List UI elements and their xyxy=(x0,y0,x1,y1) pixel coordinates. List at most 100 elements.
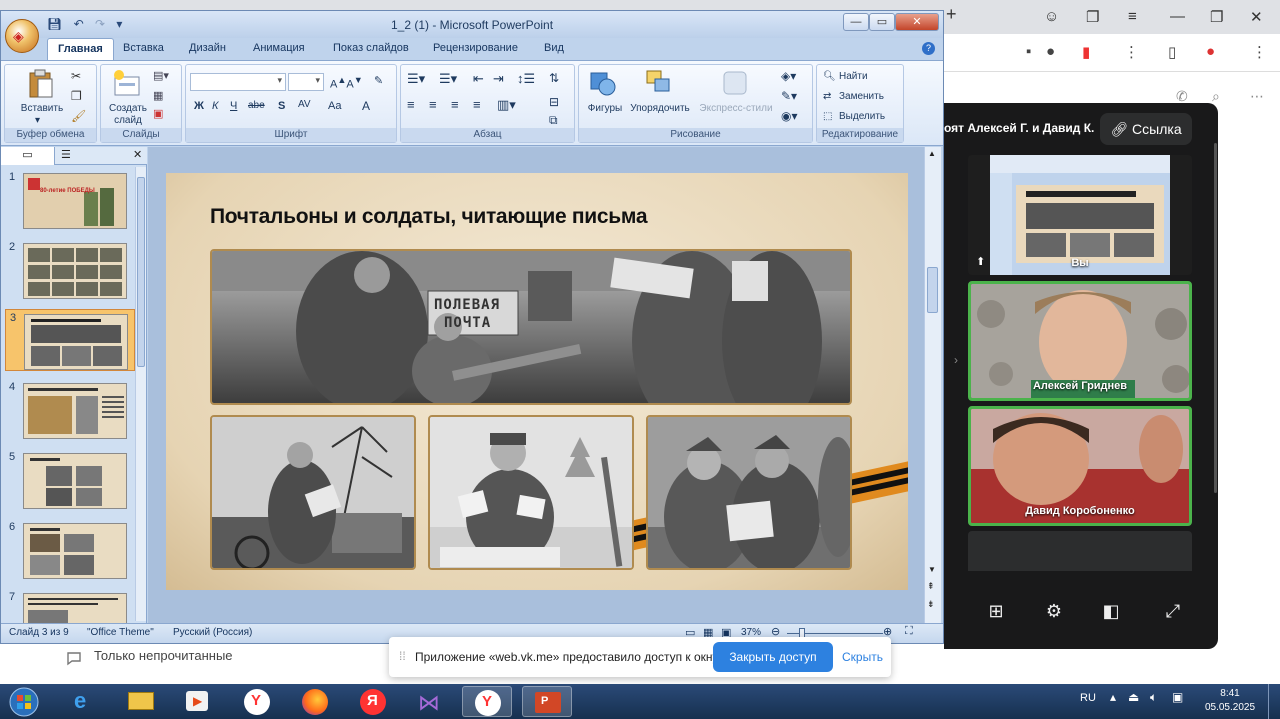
restore-icon[interactable]: ❐ xyxy=(1210,8,1223,26)
maximize-button[interactable]: ▭ xyxy=(869,13,895,31)
grow-font-icon[interactable]: A▲A▼ xyxy=(330,75,363,91)
select-button[interactable]: Выделить xyxy=(839,111,885,122)
profile-icon[interactable]: ● xyxy=(1206,43,1215,60)
more-icon[interactable]: ⋯ xyxy=(1250,88,1264,105)
language-indicator[interactable]: RU xyxy=(1080,692,1096,704)
format-painter-icon[interactable]: 🖌︎ xyxy=(71,109,86,123)
copy-icon[interactable]: ❐ xyxy=(71,89,82,103)
paste-button[interactable]: Вставить xyxy=(17,103,67,114)
indent-icon[interactable]: ⇥ xyxy=(493,71,504,87)
scroll-up-icon[interactable]: ▲ xyxy=(928,149,936,158)
media-taskbar-icon[interactable]: ▶ xyxy=(172,686,222,717)
yandex-active-taskbar-icon[interactable]: Y xyxy=(462,686,512,717)
slides-scrollbar[interactable] xyxy=(135,167,146,621)
font-size-field[interactable]: ▾ xyxy=(288,73,324,91)
slide-thumbnail-4[interactable]: 4 xyxy=(5,379,135,441)
theme-name[interactable]: "Office Theme" xyxy=(87,627,154,638)
new-tab-icon[interactable]: + xyxy=(946,4,957,25)
fullscreen-icon[interactable]: ⤢ xyxy=(1161,599,1185,623)
effects-icon[interactable]: ◉▾ xyxy=(781,109,798,123)
align-center-icon[interactable]: ≡ xyxy=(429,97,437,112)
tab-view[interactable]: Вид xyxy=(544,42,564,54)
minimize-icon[interactable]: — xyxy=(1170,8,1185,25)
slide-thumbnail-7[interactable]: 7 xyxy=(5,589,135,623)
prev-slide-icon[interactable]: ⇞ xyxy=(927,581,935,592)
tab-design[interactable]: Дизайн xyxy=(189,42,226,54)
show-desktop-button[interactable] xyxy=(1268,684,1280,719)
link-button[interactable]: 🔗︎ Ссылка xyxy=(1100,113,1192,145)
close-icon[interactable]: ✕ xyxy=(133,148,142,161)
office-button[interactable]: ◈ xyxy=(5,19,39,53)
firefox-taskbar-icon[interactable] xyxy=(290,686,340,717)
editor-scrollbar[interactable]: ▲ ▼ ⇞ ⇟ xyxy=(924,147,941,623)
slides-tab-icon[interactable]: ▭ xyxy=(1,147,55,165)
reset-icon[interactable]: ▦ xyxy=(153,89,163,102)
close-icon[interactable]: ✕ xyxy=(1250,8,1263,26)
scrollbar[interactable] xyxy=(1214,143,1217,493)
more-icon[interactable]: ⋮ xyxy=(1124,43,1139,61)
justify-icon[interactable]: ≡ xyxy=(473,97,481,112)
change-case-button[interactable]: Aa xyxy=(328,100,341,112)
slide-thumbnail-1[interactable]: 1 80-летие ПОБЕДЫ xyxy=(5,169,135,231)
minimize-button[interactable]: — xyxy=(843,13,869,31)
language-indicator[interactable]: Русский (Россия) xyxy=(173,627,252,638)
sidebar-icon[interactable]: ▯ xyxy=(1168,43,1176,61)
italic-button[interactable]: К xyxy=(212,100,218,112)
more-icon[interactable]: ⋮ xyxy=(1252,43,1267,61)
clear-format-icon[interactable]: ✎ xyxy=(374,74,383,87)
ie-taskbar-icon[interactable]: e xyxy=(60,686,110,717)
align-right-icon[interactable]: ≡ xyxy=(451,97,459,112)
outline-tab-icon[interactable]: ☰ xyxy=(61,148,71,161)
align-text-icon[interactable]: ⊟ xyxy=(549,95,559,109)
search-icon[interactable]: ⌕ xyxy=(1212,88,1220,105)
underline-button[interactable]: Ч xyxy=(230,100,237,112)
tab-animation[interactable]: Анимация xyxy=(253,42,305,54)
shadow-button[interactable]: S xyxy=(278,100,285,112)
slide-title[interactable]: Почтальоны и солдаты, читающие письма xyxy=(210,205,648,229)
next-slide-icon[interactable]: ⇟ xyxy=(927,599,935,610)
microphone-icon[interactable]: ● xyxy=(1046,43,1055,60)
shapes-button[interactable]: Фигуры xyxy=(583,103,627,114)
spacing-button[interactable]: AV xyxy=(298,99,311,110)
network-icon[interactable]: ▣ xyxy=(1172,690,1183,704)
tab-review[interactable]: Рецензирование xyxy=(433,42,518,54)
cut-icon[interactable]: ✂ xyxy=(71,69,81,83)
visual-studio-taskbar-icon[interactable]: ⋈ xyxy=(406,686,456,717)
slide-thumbnail-5[interactable]: 5 xyxy=(5,449,135,511)
tab-home[interactable]: Главная xyxy=(47,38,114,61)
collections-icon[interactable]: ❐ xyxy=(1086,8,1099,26)
hide-notice-link[interactable]: Скрыть xyxy=(842,650,883,664)
powerpoint-taskbar-icon[interactable]: P xyxy=(522,686,572,717)
pip-icon[interactable]: ◧ xyxy=(1099,599,1123,623)
chevron-right-icon[interactable]: › xyxy=(954,353,958,367)
close-button[interactable]: ✕ xyxy=(895,13,939,31)
yandex-taskbar-icon[interactable]: Y xyxy=(232,686,282,717)
align-left-icon[interactable]: ≡ xyxy=(407,97,415,112)
replace-button[interactable]: Заменить xyxy=(839,91,884,102)
gear-icon[interactable]: ⚙ xyxy=(1042,599,1066,623)
scrollbar-thumb[interactable] xyxy=(927,267,938,313)
menu-icon[interactable]: ≡ xyxy=(1128,8,1137,25)
explorer-taskbar-icon[interactable] xyxy=(116,686,166,717)
smartart-icon[interactable]: ⧉ xyxy=(549,113,558,128)
volume-icon[interactable]: 🔈︎ xyxy=(1150,690,1157,705)
font-color-button[interactable]: A xyxy=(362,99,370,113)
new-slide-label[interactable]: слайд xyxy=(105,115,151,126)
help-icon[interactable]: ? xyxy=(922,42,935,55)
scroll-down-icon[interactable]: ▼ xyxy=(928,565,936,574)
strikethrough-button[interactable]: abe xyxy=(248,100,265,111)
slide-thumbnail-3[interactable]: 3 xyxy=(5,309,135,371)
bold-button[interactable]: Ж xyxy=(194,100,204,112)
bullets-icon[interactable]: ☰▾ xyxy=(407,71,425,87)
yandex-browser-taskbar-icon[interactable]: Я xyxy=(348,686,398,717)
bookmark-icon[interactable]: ▮ xyxy=(1082,43,1090,61)
unread-filter[interactable]: Только непрочитанные xyxy=(94,648,233,663)
camera-icon[interactable]: ▪ xyxy=(1026,43,1031,60)
fit-slide-icon[interactable]: ⛶ xyxy=(905,625,913,638)
participant-tile-more[interactable] xyxy=(968,531,1192,571)
chevron-down-icon[interactable]: ▾ xyxy=(35,115,40,126)
tray-expand-icon[interactable]: ▴ xyxy=(1110,690,1116,704)
slide-thumbnail-6[interactable]: 6 xyxy=(5,519,135,581)
quick-styles-button[interactable]: Экспресс-стили xyxy=(697,103,775,114)
drag-handle-icon[interactable]: ⁞⁞ xyxy=(399,649,406,663)
